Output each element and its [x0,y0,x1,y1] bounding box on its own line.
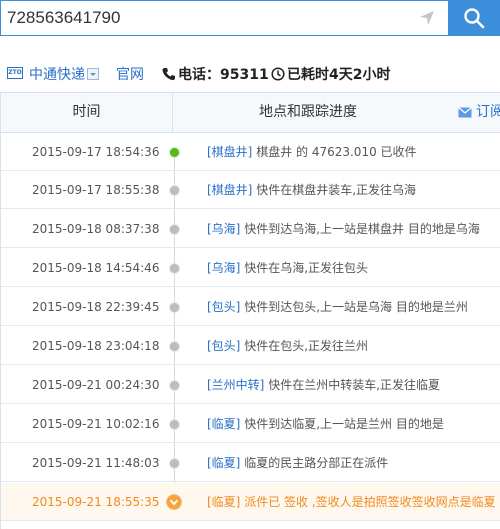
company-info-row: ZTO 中通快递 官网 电话：95311 已耗时4天2小时 [0,55,500,91]
search-bar [0,0,500,36]
table-row: 2015-09-17 18:54:36 [棋盘井] 棋盘井 的 47623.01… [1,133,500,171]
event-text: 快件在兰州中转装车,正发往临夏 [264,378,441,392]
courier-phone: 电话：95311 [178,67,269,83]
event-description: [棋盘井] 棋盘井 的 47623.010 已收件 [207,133,417,171]
event-time: 2015-09-21 11:48:03 [32,456,160,470]
event-description: [乌海] 快件到达乌海,上一站是棋盘井 目的地是乌海 [207,210,480,248]
event-description: [包头] 快件在包头,正发往兰州 [207,327,368,365]
event-time: 2015-09-17 18:54:36 [32,145,160,159]
event-time: 2015-09-21 10:02:16 [32,417,160,431]
event-text: 快件到达临夏,上一站是兰州 目的地是 [240,417,444,431]
table-header: 时间 地点和跟踪进度 订阅 [1,93,500,133]
timeline-dot [169,380,180,391]
event-description: [棋盘井] 快件在棋盘井装车,正发往乌海 [207,171,416,209]
event-text: 快件在棋盘井装车,正发往乌海 [252,183,417,197]
courier-logo: ZTO [7,67,23,79]
table-row: 2015-09-21 11:48:03 [临夏] 临夏的民主路分部正在派件 [1,444,500,482]
courier-name: 中通快递 [29,67,85,83]
search-icon [464,8,485,29]
event-city: [兰州中转] [207,378,265,392]
event-time: 2015-09-18 08:37:38 [32,222,160,236]
event-city: [包头] [207,339,241,353]
event-city: [乌海] [207,222,241,236]
event-description: [包头] 快件到达包头,上一站是乌海 目的地是兰州 [207,288,468,326]
tracking-number-input[interactable] [0,0,448,36]
timeline-dot [169,224,180,235]
table-row-latest: 2015-09-21 18:55:35 [临夏] 派件已 签收 ,签收人是拍照签… [1,483,500,521]
search-button[interactable] [448,0,500,36]
event-text: 快件到达包头,上一站是乌海 目的地是兰州 [240,300,468,314]
event-city: [临夏] [207,456,241,470]
event-city: [棋盘井] [207,145,253,159]
timeline-dot [169,263,180,274]
subscribe-label: 订阅 [476,104,500,120]
event-text: 快件在乌海,正发往包头 [240,261,369,275]
phone-icon [162,66,175,85]
clock-icon [271,66,285,85]
event-description: [临夏] 派件已 签收 ,签收人是拍照签收签收网点是临夏 [207,483,496,521]
courier-dropdown[interactable] [87,68,99,80]
event-city: [乌海] [207,261,241,275]
elapsed-time: 已耗时4天2小时 [287,67,391,83]
table-row: 2015-09-18 14:54:46 [乌海] 快件在乌海,正发往包头 [1,249,500,287]
table-row: 2015-09-18 23:04:18 [包头] 快件在包头,正发往兰州 [1,327,500,365]
check-circle-icon [166,494,182,510]
event-description: [乌海] 快件在乌海,正发往包头 [207,249,368,287]
table-row: 2015-09-18 22:39:45 [包头] 快件到达包头,上一站是乌海 目… [1,288,500,326]
event-text: 快件到达乌海,上一站是棋盘井 目的地是乌海 [240,222,480,236]
event-description: [临夏] 临夏的民主路分部正在派件 [207,444,388,482]
subscribe-link[interactable]: 订阅 [458,93,500,132]
event-description: [兰州中转] 快件在兰州中转装车,正发往临夏 [207,366,440,404]
event-time: 2015-09-18 22:39:45 [32,300,160,314]
event-text: 派件已 签收 ,签收人是拍照签收签收网点是临夏 [240,495,496,509]
timeline-dot [169,185,180,196]
event-city: [棋盘井] [207,183,253,197]
event-city: [包头] [207,300,241,314]
event-description: [临夏] 快件到达临夏,上一站是兰州 目的地是 [207,405,444,443]
timeline-dot [169,419,180,430]
column-header-time: 时间 [1,93,173,132]
timeline-dot [169,302,180,313]
event-text: 临夏的民主路分部正在派件 [240,456,389,470]
tracking-table: 时间 地点和跟踪进度 订阅 2015-09-17 18:54:36 [棋盘井] … [0,92,500,529]
table-row: 2015-09-18 08:37:38 [乌海] 快件到达乌海,上一站是棋盘井 … [1,210,500,248]
timeline-dot [169,341,180,352]
timeline-dot [169,458,180,469]
event-city: [临夏] [207,417,241,431]
event-city: [临夏] [207,495,241,509]
event-time: 2015-09-21 00:24:30 [32,378,160,392]
table-row: 2015-09-21 00:24:30 [兰州中转] 快件在兰州中转装车,正发往… [1,366,500,404]
mail-icon [458,106,472,117]
event-text: 棋盘井 的 47623.010 已收件 [252,145,417,159]
location-arrow-icon[interactable] [418,9,436,27]
table-row: 2015-09-21 10:02:16 [临夏] 快件到达临夏,上一站是兰州 目… [1,405,500,443]
column-header-progress: 地点和跟踪进度 [259,104,357,120]
table-row: 2015-09-17 18:55:38 [棋盘井] 快件在棋盘井装车,正发往乌海 [1,171,500,209]
event-text: 快件在包头,正发往兰州 [240,339,369,353]
official-website-link[interactable]: 官网 [116,64,144,84]
event-time: 2015-09-21 18:55:35 [32,495,160,509]
timeline-dot [169,147,180,158]
event-time: 2015-09-18 23:04:18 [32,339,160,353]
event-time: 2015-09-18 14:54:46 [32,261,160,275]
event-time: 2015-09-17 18:55:38 [32,183,160,197]
